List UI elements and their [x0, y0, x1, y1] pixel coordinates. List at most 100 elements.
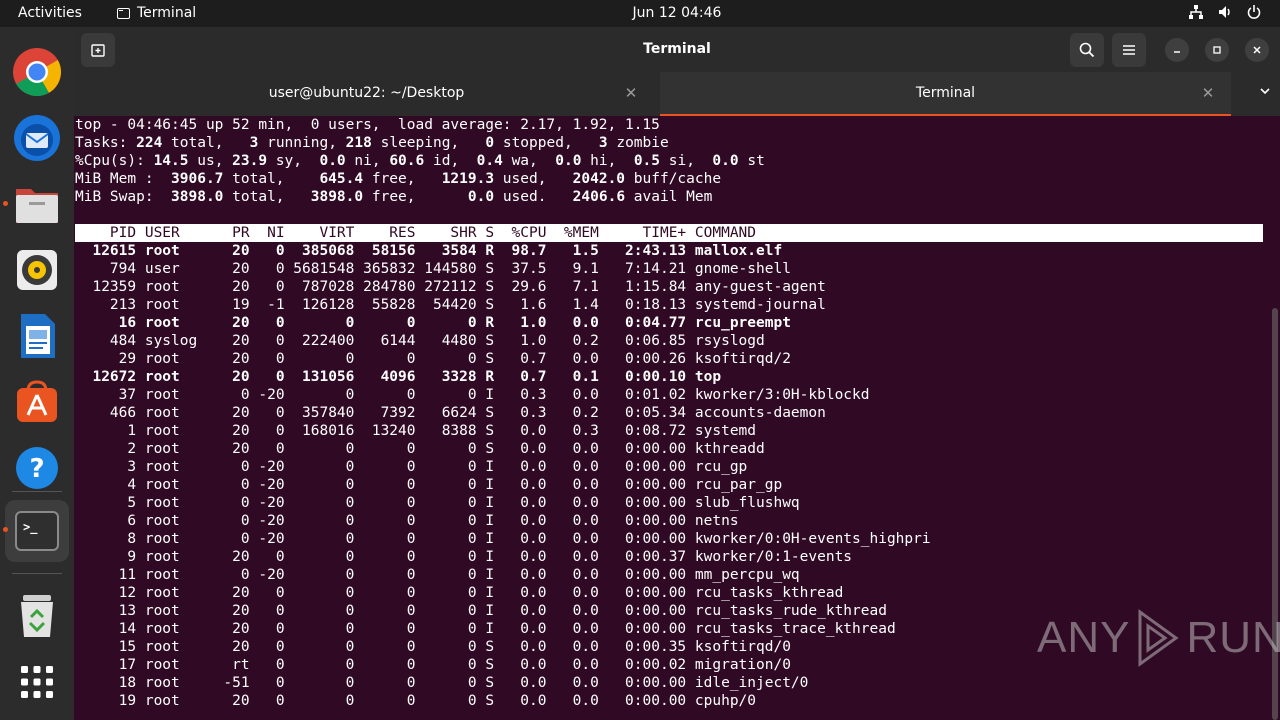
close-button[interactable]: [1245, 38, 1269, 62]
dock-item-trash[interactable]: [8, 587, 66, 645]
network-icon: [1189, 5, 1203, 19]
cell: 20: [223, 621, 250, 637]
clock[interactable]: Jun 12 04:46: [0, 5, 1280, 21]
tab-terminal[interactable]: Terminal ✕: [660, 72, 1231, 116]
cell: 55828: [354, 297, 416, 313]
cell: root: [136, 585, 224, 601]
cell: 0.1: [546, 369, 599, 385]
table-row: 37 root 0 -20 0 0 0 I 0.3 0.0 0:01.02 kw…: [75, 386, 870, 404]
cell: 0: [415, 693, 477, 709]
maximize-icon: [1213, 46, 1221, 54]
cell: rcu_par_gp: [686, 477, 783, 493]
summary-segment: 0.0: [467, 189, 495, 205]
running-indicator: [3, 527, 8, 532]
cell: 0: [354, 351, 416, 367]
cell: 0.0: [546, 531, 599, 547]
dock-item-help[interactable]: ?: [8, 439, 66, 497]
table-row: 4 root 0 -20 0 0 0 I 0.0 0.0 0:00.00 rcu…: [75, 476, 782, 494]
dock-item-files[interactable]: [8, 175, 66, 233]
tab-close-icon[interactable]: ✕: [1198, 83, 1218, 103]
cell: 9: [75, 549, 137, 565]
summary-segment: 23.9: [232, 153, 268, 169]
dock-item-show-apps[interactable]: [8, 653, 66, 711]
menu-button[interactable]: [1112, 33, 1146, 67]
summary-segment: 0.0: [712, 153, 739, 169]
play-logo-icon: [1138, 609, 1180, 667]
cell: S: [476, 279, 495, 295]
cell: 0: [249, 369, 285, 385]
system-tray[interactable]: [1188, 4, 1262, 20]
svg-text:>_: >_: [23, 520, 38, 535]
summary-segment: 14.5: [153, 153, 189, 169]
maximize-button[interactable]: [1205, 38, 1229, 62]
cell: 0: [284, 459, 355, 475]
minimize-button[interactable]: [1165, 38, 1189, 62]
table-row: 3 root 0 -20 0 0 0 I 0.0 0.0 0:00.00 rcu…: [75, 458, 747, 476]
cell: 484: [75, 333, 137, 349]
cell: 0.0: [546, 639, 599, 655]
table-row: 12359 root 20 0 787028 284780 272112 S 2…: [75, 278, 825, 296]
cell: 29.6: [494, 279, 547, 295]
summary-segment: 218: [345, 135, 372, 151]
table-row: 6 root 0 -20 0 0 0 I 0.0 0.0 0:00.00 net…: [75, 512, 738, 530]
cell: 20: [223, 369, 250, 385]
cell: rsyslogd: [686, 333, 765, 349]
table-row: 16 root 20 0 0 0 0 R 1.0 0.0 0:04.77 rcu…: [75, 314, 791, 332]
cell: S: [476, 297, 495, 313]
summary-segment: Tasks:: [75, 135, 137, 151]
dock-item-thunderbird[interactable]: [8, 109, 66, 167]
cell: root: [136, 477, 224, 493]
cell: 1.0: [494, 315, 547, 331]
cell: PR: [223, 225, 250, 241]
chevron-down-icon[interactable]: [1258, 84, 1272, 98]
cell: USER: [136, 225, 224, 241]
svg-text:?: ?: [29, 454, 44, 484]
cell: 0:00.26: [598, 351, 687, 367]
cell: kworker/0:0H-events_highpri: [686, 531, 931, 547]
cell: 0.0: [546, 585, 599, 601]
cell: I: [476, 603, 495, 619]
cell: 0: [284, 315, 355, 331]
cell: 19: [75, 693, 137, 709]
summary-segment: total,: [223, 189, 311, 205]
cell: 385068: [284, 243, 355, 259]
cell: root: [136, 567, 224, 583]
cell: 0.0: [494, 567, 547, 583]
dock-item-terminal[interactable]: >_: [5, 500, 69, 562]
cell: 0.3: [546, 423, 599, 439]
table-row: 2 root 20 0 0 0 0 S 0.0 0.0 0:00.00 kthr…: [75, 440, 764, 458]
table-row: 794 user 20 0 5681548 365832 144580 S 37…: [75, 260, 791, 278]
cell: 0.0: [546, 567, 599, 583]
tab-close-icon[interactable]: ✕: [621, 83, 641, 103]
cell: 0.0: [494, 423, 547, 439]
tab-desktop[interactable]: user@ubuntu22: ~/Desktop ✕: [74, 72, 659, 116]
summary-segment: 1219.3: [441, 171, 495, 187]
cell: 0.0: [546, 477, 599, 493]
dock-item-rhythmbox[interactable]: [8, 241, 66, 299]
cell: 8388: [415, 423, 477, 439]
cell: 4480: [415, 333, 477, 349]
summary-segment: us,: [188, 153, 233, 169]
cell: 0: [354, 567, 416, 583]
cell: 213: [75, 297, 137, 313]
cell: 0: [249, 621, 285, 637]
cell: 4: [75, 477, 137, 493]
cell: 0: [249, 315, 285, 331]
cell: 0.7: [494, 351, 547, 367]
cell: 12359: [75, 279, 137, 295]
cell: 0.0: [494, 603, 547, 619]
cell: 0: [223, 531, 250, 547]
search-button[interactable]: [1070, 33, 1104, 67]
cell: root: [136, 351, 224, 367]
cell: 37.5: [494, 261, 547, 277]
cell: 4096: [354, 369, 416, 385]
table-row: 13 root 20 0 0 0 0 I 0.0 0.0 0:00.00 rcu…: [75, 602, 887, 620]
dock-item-app-center[interactable]: [8, 373, 66, 431]
cell: 14: [75, 621, 137, 637]
dock-item-writer[interactable]: [8, 307, 66, 365]
dock-item-chrome[interactable]: [8, 43, 66, 101]
cell: 0.0: [494, 657, 547, 673]
cell: 0: [249, 639, 285, 655]
cell: 272112: [415, 279, 477, 295]
cell: accounts-daemon: [686, 405, 826, 421]
